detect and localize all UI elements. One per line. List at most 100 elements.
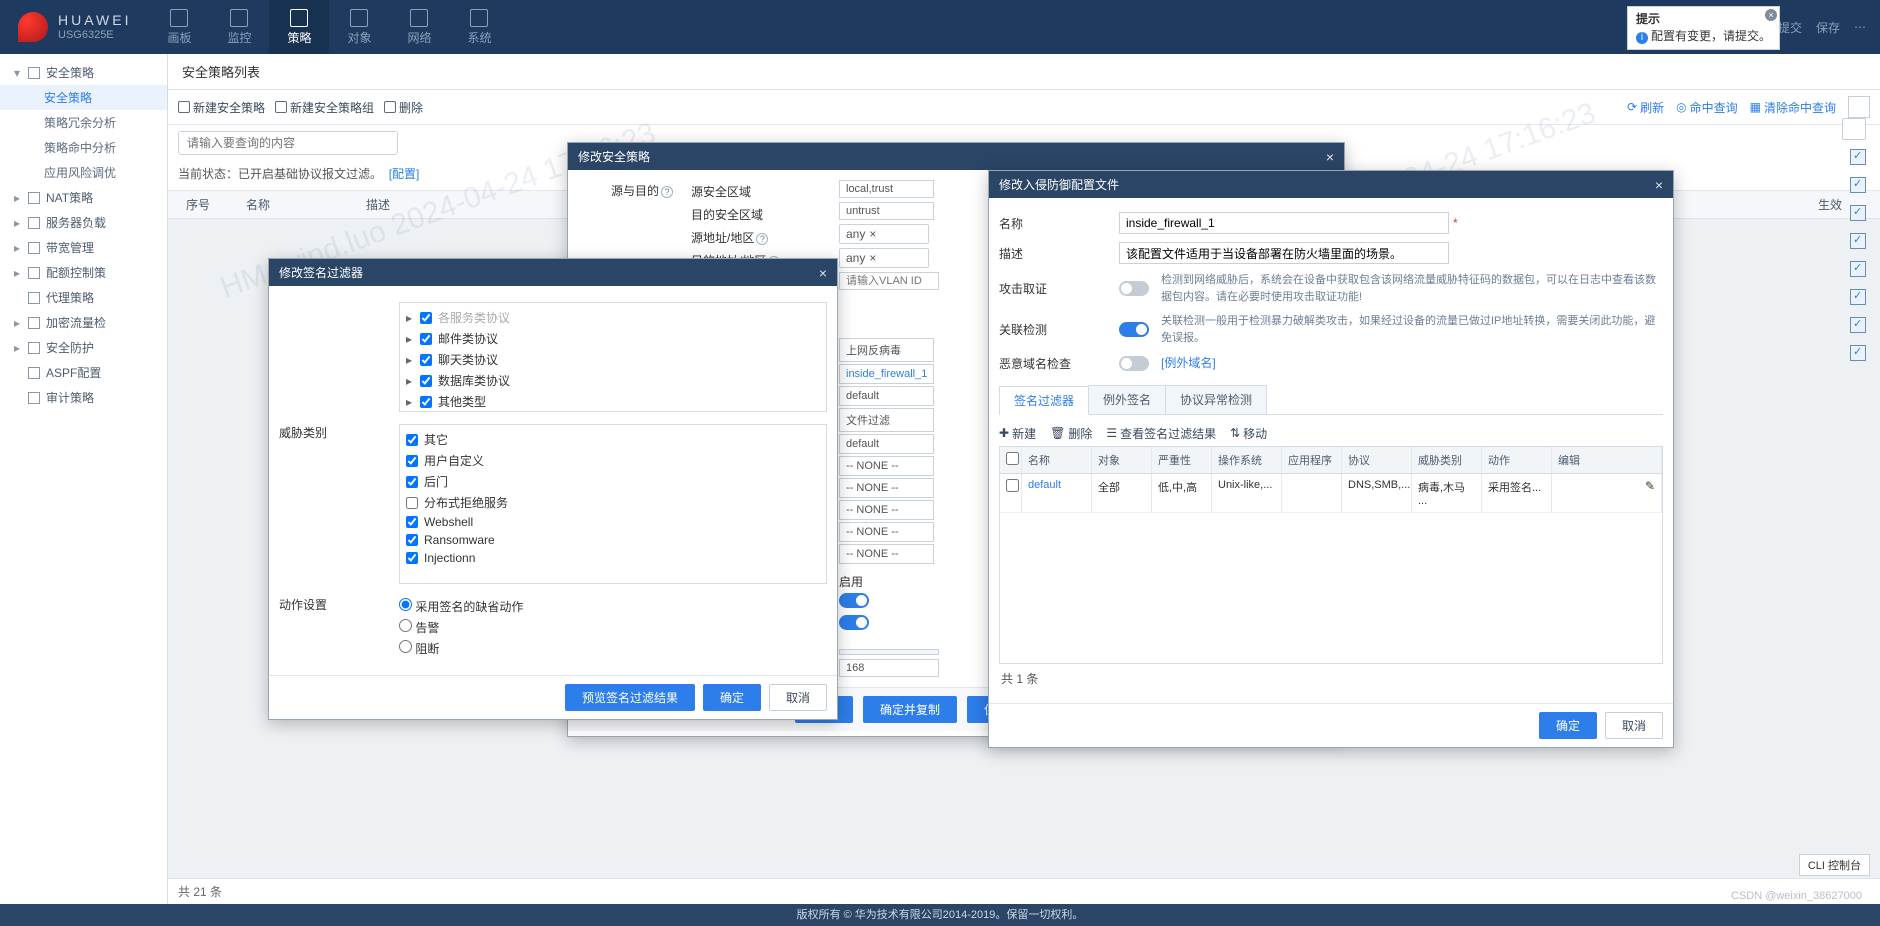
- sidebar-item[interactable]: 审计策略: [0, 385, 167, 410]
- modal1-cancel-button[interactable]: 取消: [769, 684, 827, 711]
- tag-remove-icon[interactable]: ×: [869, 227, 876, 241]
- av-bar[interactable]: 上网反病毒: [839, 338, 934, 362]
- threat-check[interactable]: [406, 552, 418, 564]
- sidebar-item[interactable]: ▸服务器负载: [0, 210, 167, 235]
- sidebar-item[interactable]: 安全策略: [0, 85, 167, 110]
- enable-toggle-1[interactable]: [839, 593, 869, 608]
- default-bar[interactable]: default: [839, 386, 934, 406]
- modal3-close-icon[interactable]: ×: [1655, 177, 1663, 193]
- sidebar-item[interactable]: ▸带宽管理: [0, 235, 167, 260]
- threat-check[interactable]: [406, 455, 418, 467]
- expand-icon[interactable]: ▸: [406, 353, 414, 367]
- threat-check[interactable]: [406, 497, 418, 509]
- modal3-cancel-button[interactable]: 取消: [1605, 712, 1663, 739]
- tip-close-icon[interactable]: ×: [1765, 9, 1777, 21]
- row-check[interactable]: [1006, 479, 1019, 492]
- sidebar-item[interactable]: 代理策略: [0, 285, 167, 310]
- action-block-radio[interactable]: 阻断: [399, 638, 523, 659]
- expand-icon[interactable]: ▸: [406, 374, 414, 388]
- tab-protoanom[interactable]: 协议异常检测: [1165, 385, 1267, 414]
- sidebar-item[interactable]: ▾安全策略: [0, 60, 167, 85]
- default-bar2[interactable]: default: [839, 434, 934, 454]
- modal2-okcopy-button[interactable]: 确定并复制: [863, 696, 957, 723]
- sidebar-item[interactable]: ▸配额控制策: [0, 260, 167, 285]
- sig-new-button[interactable]: ✚新建: [999, 425, 1036, 442]
- settings-square-icon[interactable]: [1848, 96, 1870, 118]
- row-check[interactable]: [1850, 317, 1866, 333]
- col-check[interactable]: [1000, 447, 1022, 473]
- mal-except-link[interactable]: [例外域名]: [1161, 356, 1216, 370]
- src-addr-tag[interactable]: any ×: [839, 224, 929, 244]
- nav-dashboard[interactable]: 画板: [149, 0, 209, 54]
- row-check[interactable]: [1850, 233, 1866, 249]
- sidebar-item[interactable]: ▸安全防护: [0, 335, 167, 360]
- val-168[interactable]: 168: [839, 659, 939, 677]
- nav-policy[interactable]: 策略: [269, 0, 329, 54]
- threat-check[interactable]: [406, 434, 418, 446]
- submit-link[interactable]: 提交: [1778, 19, 1802, 36]
- action-alert-radio[interactable]: 告警: [399, 617, 523, 638]
- sidebar-item[interactable]: 策略冗余分析: [0, 110, 167, 135]
- threat-check[interactable]: [406, 476, 418, 488]
- modal2-close-icon[interactable]: ×: [1326, 149, 1334, 165]
- none-bar[interactable]: -- NONE --: [839, 522, 934, 542]
- hit-query-link[interactable]: ◎命中查询: [1676, 96, 1738, 118]
- clear-hit-link[interactable]: ▦清除命中查询: [1750, 96, 1836, 118]
- nav-network[interactable]: 网络: [389, 0, 449, 54]
- new-policy-button[interactable]: 新建安全策略: [178, 99, 265, 116]
- cli-console-button[interactable]: CLI 控制台: [1799, 854, 1870, 876]
- sidebar-item[interactable]: 应用风险调优: [0, 160, 167, 185]
- desc-input[interactable]: [1119, 242, 1449, 264]
- ips-bar[interactable]: inside_firewall_1: [839, 364, 934, 384]
- refresh-link[interactable]: ⟳刷新: [1627, 96, 1664, 118]
- sidebar-item[interactable]: ASPF配置: [0, 360, 167, 385]
- nav-monitor[interactable]: 监控: [209, 0, 269, 54]
- nav-object[interactable]: 对象: [329, 0, 389, 54]
- src-zone-value[interactable]: local,trust: [839, 180, 934, 198]
- cell-name[interactable]: default: [1022, 474, 1092, 512]
- tab-sigfilter[interactable]: 签名过滤器: [999, 386, 1089, 415]
- preview-button[interactable]: 预览签名过滤结果: [565, 684, 695, 711]
- proto-check[interactable]: [420, 333, 432, 345]
- save-link[interactable]: 保存: [1816, 19, 1840, 36]
- tag-remove-icon[interactable]: ×: [869, 251, 876, 265]
- modal1-ok-button[interactable]: 确定: [703, 684, 761, 711]
- proto-check[interactable]: [420, 375, 432, 387]
- protocol-listbox[interactable]: ▸各服务类协议 ▸邮件类协议▸聊天类协议▸数据库类协议▸其他类型: [399, 302, 827, 412]
- proto-check[interactable]: [420, 312, 432, 324]
- row-check[interactable]: [1850, 205, 1866, 221]
- enable-toggle-2[interactable]: [839, 615, 869, 630]
- dst-zone-value[interactable]: untrust: [839, 202, 934, 220]
- expand-icon[interactable]: ▸: [406, 395, 414, 409]
- edit-icon[interactable]: ✎: [1645, 479, 1655, 493]
- row-check[interactable]: [1850, 177, 1866, 193]
- vlan-input[interactable]: [839, 272, 939, 290]
- proto-check[interactable]: [420, 354, 432, 366]
- sig-del-button[interactable]: 🗑删除: [1050, 425, 1092, 442]
- dst-addr-tag[interactable]: any ×: [839, 248, 929, 268]
- mal-toggle[interactable]: [1119, 356, 1149, 371]
- threat-listbox[interactable]: 其它用户自定义后门分布式拒绝服务WebshellRansomwareInject…: [399, 424, 827, 584]
- sig-move-button[interactable]: ⇅移动: [1230, 425, 1267, 442]
- delete-button[interactable]: 删除: [384, 99, 423, 116]
- threat-check[interactable]: [406, 516, 418, 528]
- grid-row[interactable]: default 全部 低,中,高 Unix-like,... DNS,SMB,.…: [1000, 474, 1662, 513]
- strip-settings-icon[interactable]: [1842, 118, 1866, 140]
- row-check[interactable]: [1850, 149, 1866, 165]
- filefilter-bar[interactable]: 文件过滤: [839, 408, 934, 432]
- new-group-button[interactable]: 新建安全策略组: [275, 99, 374, 116]
- modal1-close-icon[interactable]: ×: [819, 265, 827, 281]
- nav-system[interactable]: 系统: [449, 0, 509, 54]
- threat-check[interactable]: [406, 534, 418, 546]
- help-icon[interactable]: ?: [661, 186, 673, 198]
- action-default-radio[interactable]: 采用签名的缺省动作: [399, 596, 523, 617]
- none-bar[interactable]: -- NONE --: [839, 456, 934, 476]
- row-check[interactable]: [1850, 289, 1866, 305]
- sidebar-item[interactable]: ▸加密流量检: [0, 310, 167, 335]
- search-input[interactable]: [178, 131, 398, 155]
- none-bar[interactable]: -- NONE --: [839, 500, 934, 520]
- sig-view-button[interactable]: ☰查看签名过滤结果: [1106, 425, 1216, 442]
- atkev-toggle[interactable]: [1119, 281, 1149, 296]
- row-check[interactable]: [1850, 345, 1866, 361]
- row-check[interactable]: [1850, 261, 1866, 277]
